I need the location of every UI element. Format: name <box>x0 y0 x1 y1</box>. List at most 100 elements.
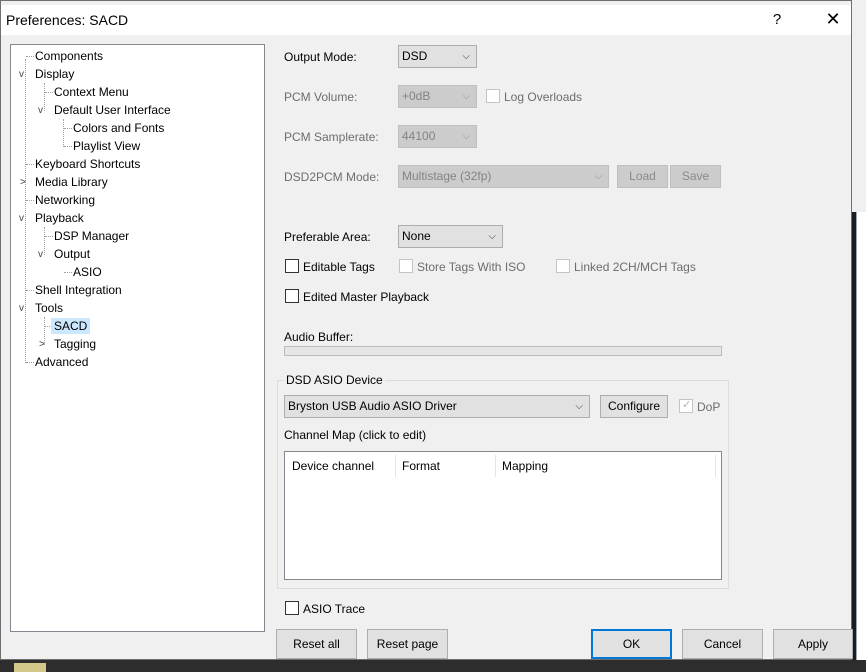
help-icon[interactable]: ? <box>769 11 785 28</box>
column-separator[interactable] <box>715 455 716 477</box>
dsd-asio-group-label: DSD ASIO Device <box>284 373 385 387</box>
column-header-mapping[interactable]: Mapping <box>502 459 548 473</box>
background-taskbar <box>0 660 866 672</box>
dsd2pcm-mode-value: Multistage (32fp) <box>402 169 492 183</box>
tree-item-tagging[interactable]: Tagging <box>54 336 96 352</box>
tree-item-playlist-view[interactable]: Playlist View <box>73 138 140 154</box>
chevron-down-icon: ⌵ <box>594 171 602 182</box>
linked-tags-checkbox[interactable] <box>556 259 570 273</box>
linked-tags-label: Linked 2CH/MCH Tags <box>574 260 696 274</box>
tree-connector <box>26 362 34 363</box>
tree-item-networking[interactable]: Networking <box>35 192 95 208</box>
tree-connector <box>25 59 26 363</box>
reset-page-button[interactable]: Reset page <box>367 629 448 659</box>
audio-buffer-progress <box>284 346 722 356</box>
tree-item-media-library[interactable]: Media Library <box>35 174 108 190</box>
dop-label: DoP <box>697 400 721 414</box>
checkmark-icon: ✓ <box>682 399 692 411</box>
tree-connector <box>26 200 34 201</box>
tree-connector <box>26 290 34 291</box>
column-header-format[interactable]: Format <box>402 459 440 473</box>
dop-checkbox[interactable]: ✓ <box>679 399 693 413</box>
apply-button[interactable]: Apply <box>773 629 853 659</box>
asio-trace-label: ASIO Trace <box>303 602 366 616</box>
store-tags-iso-checkbox[interactable] <box>399 259 413 273</box>
preferable-area-select[interactable]: None ⌵ <box>398 225 503 248</box>
tree-item-dsp-manager[interactable]: DSP Manager <box>54 228 129 244</box>
output-mode-select[interactable]: DSD ⌵ <box>398 45 477 68</box>
log-overloads-label: Log Overloads <box>504 90 583 104</box>
chevron-down-icon[interactable]: v <box>38 106 48 116</box>
close-icon[interactable]: ✕ <box>823 9 843 30</box>
configure-button[interactable]: Configure <box>600 395 668 418</box>
cancel-button[interactable]: Cancel <box>682 629 763 659</box>
chevron-right-icon[interactable]: > <box>20 178 30 188</box>
column-separator[interactable] <box>395 455 396 477</box>
dsd2pcm-mode-select[interactable]: Multistage (32fp) ⌵ <box>398 165 609 188</box>
tree-connector <box>64 272 72 273</box>
preferences-dialog: Preferences: SACD ? ✕ v v > v v v > Comp… <box>0 0 853 660</box>
chevron-down-icon: ⌵ <box>462 91 470 102</box>
chevron-down-icon[interactable]: v <box>19 304 29 314</box>
pcm-samplerate-value: 44100 <box>402 129 436 143</box>
chevron-down-icon: ⌵ <box>575 401 583 412</box>
edited-master-label: Edited Master Playback <box>303 290 430 304</box>
tree-item-playback[interactable]: Playback <box>35 210 84 226</box>
asio-device-select[interactable]: Bryston USB Audio ASIO Driver ⌵ <box>284 395 590 418</box>
chevron-down-icon: ⌵ <box>462 131 470 142</box>
tree-item-shell-integration[interactable]: Shell Integration <box>35 282 122 298</box>
asio-trace-checkbox[interactable] <box>285 601 299 615</box>
tree-item-asio[interactable]: ASIO <box>73 264 102 280</box>
chevron-down-icon: ⌵ <box>488 231 496 242</box>
editable-tags-label: Editable Tags <box>303 260 375 274</box>
pcm-volume-label: PCM Volume: <box>284 90 358 104</box>
background-window-right <box>850 0 866 672</box>
pcm-samplerate-select[interactable]: 44100 ⌵ <box>398 125 477 148</box>
background-white-panel <box>856 212 866 672</box>
tree-connector <box>63 119 64 147</box>
reset-all-button[interactable]: Reset all <box>276 629 357 659</box>
load-button[interactable]: Load <box>617 165 668 188</box>
ok-button[interactable]: OK <box>591 629 672 659</box>
save-button[interactable]: Save <box>670 165 721 188</box>
tree-item-output[interactable]: Output <box>54 246 90 262</box>
tree-connector <box>45 326 50 327</box>
chevron-down-icon[interactable]: v <box>19 214 29 224</box>
tree-item-colors-and-fonts[interactable]: Colors and Fonts <box>73 120 164 136</box>
editable-tags-checkbox[interactable] <box>285 259 299 273</box>
tree-item-default-user-interface[interactable]: Default User Interface <box>54 102 171 118</box>
chevron-down-icon: ⌵ <box>462 51 470 62</box>
log-overloads-checkbox[interactable] <box>486 89 500 103</box>
pcm-volume-select[interactable]: +0dB ⌵ <box>398 85 477 108</box>
tree-connector <box>26 56 34 57</box>
tree-item-keyboard-shortcuts[interactable]: Keyboard Shortcuts <box>35 156 140 172</box>
tree-connector <box>26 164 34 165</box>
tree-connector <box>45 92 53 93</box>
output-mode-label: Output Mode: <box>284 50 357 64</box>
tree-connector <box>45 236 53 237</box>
tree-item-components[interactable]: Components <box>35 48 103 64</box>
pcm-volume-value: +0dB <box>402 89 431 103</box>
tree-item-display[interactable]: Display <box>35 66 74 82</box>
preferable-area-label: Preferable Area: <box>284 230 371 244</box>
tree-item-sacd[interactable]: SACD <box>51 318 91 334</box>
tree-item-context-menu[interactable]: Context Menu <box>54 84 129 100</box>
tree-item-tools[interactable]: Tools <box>35 300 63 316</box>
audio-buffer-label: Audio Buffer: <box>284 330 354 344</box>
store-tags-iso-label: Store Tags With ISO <box>417 260 526 274</box>
channel-map-list[interactable]: Device channel Format Mapping <box>284 451 722 580</box>
output-mode-value: DSD <box>402 49 428 63</box>
preferable-area-value: None <box>402 229 431 243</box>
tree-item-advanced[interactable]: Advanced <box>35 354 88 370</box>
pcm-samplerate-label: PCM Samplerate: <box>284 130 379 144</box>
column-separator[interactable] <box>495 455 496 477</box>
chevron-right-icon[interactable]: > <box>39 340 49 350</box>
chevron-down-icon[interactable]: v <box>38 250 48 260</box>
preferences-tree[interactable]: v v > v v v > Components Display Context… <box>10 44 265 632</box>
channel-map-label: Channel Map (click to edit) <box>284 428 427 442</box>
chevron-down-icon[interactable]: v <box>19 70 29 80</box>
tree-connector <box>64 146 72 147</box>
column-header-device-channel[interactable]: Device channel <box>292 459 374 473</box>
title-bar: Preferences: SACD ? ✕ <box>1 5 851 35</box>
edited-master-checkbox[interactable] <box>285 289 299 303</box>
